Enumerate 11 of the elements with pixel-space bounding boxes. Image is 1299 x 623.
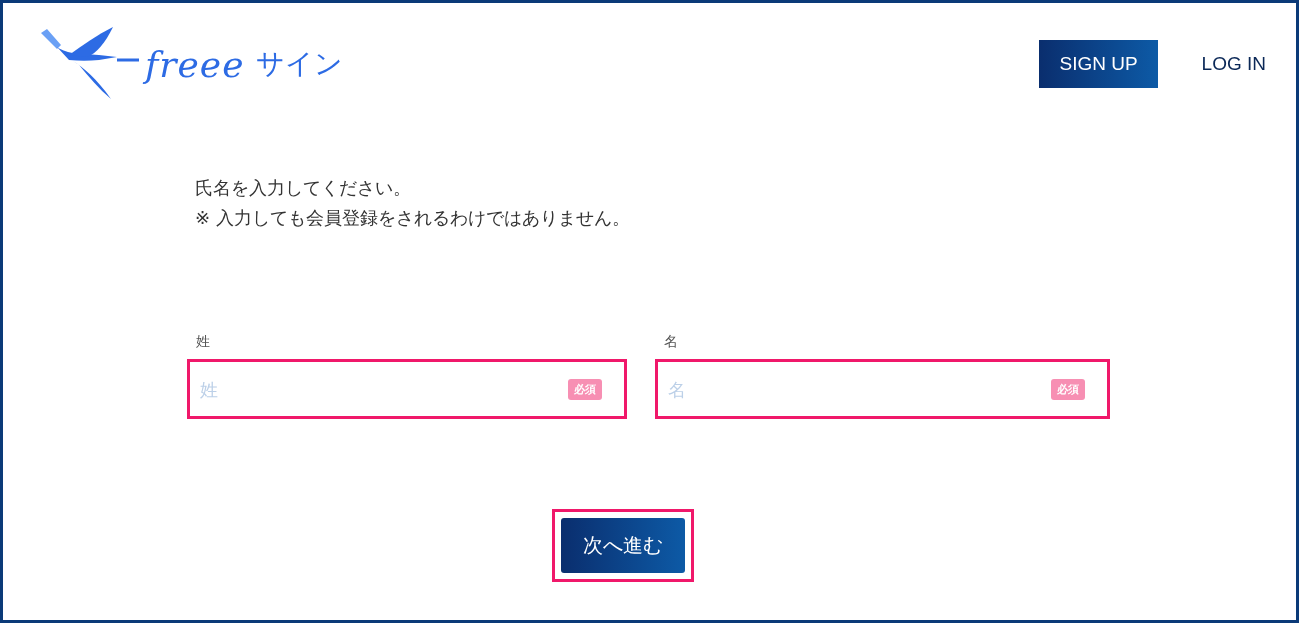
instruction-text: ※ 入力しても会員登録をされるわけではありません。	[195, 206, 631, 230]
field-label: 名	[663, 333, 679, 351]
required-badge: 必須	[568, 378, 602, 400]
required-badge: 必須	[1051, 378, 1085, 400]
bird-pen-icon	[39, 27, 141, 101]
next-button[interactable]: 次へ進む	[560, 518, 685, 573]
login-link[interactable]: LOG IN	[1201, 40, 1266, 88]
field-label: 姓	[195, 333, 211, 351]
logo-product-name: サイン	[256, 46, 344, 82]
instruction-text: 氏名を入力してください。	[195, 176, 412, 200]
signup-button[interactable]: SIGN UP	[1039, 40, 1158, 88]
